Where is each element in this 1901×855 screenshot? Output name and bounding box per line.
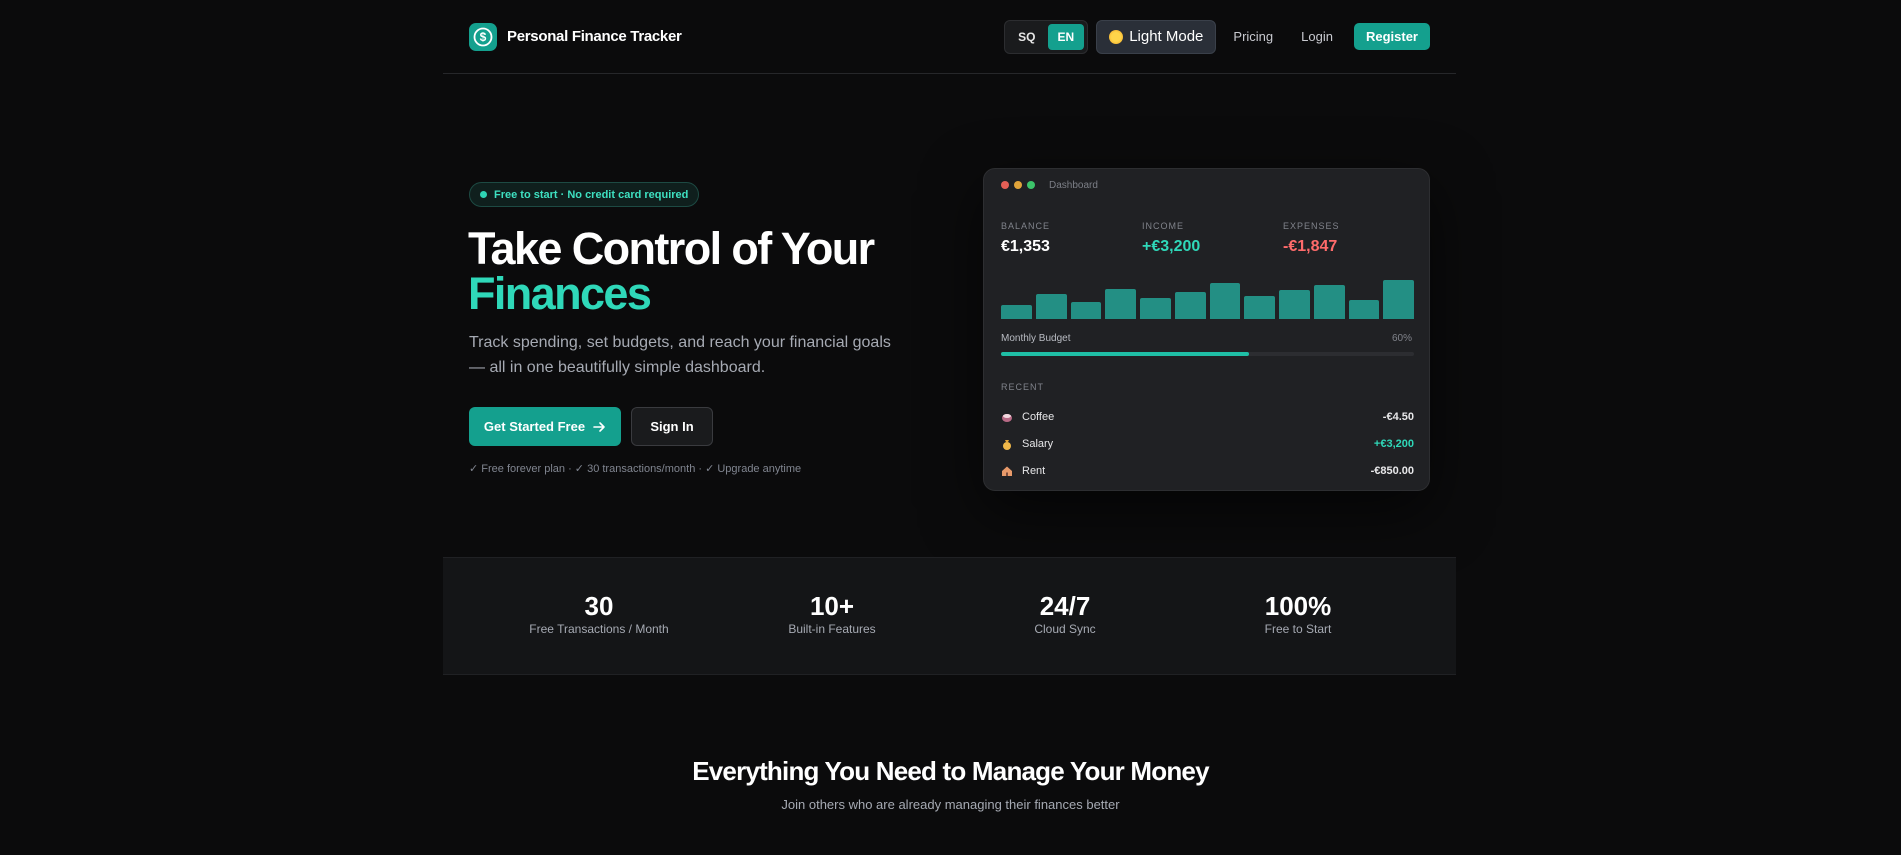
- expenses-stat: EXPENSES -€1,847: [1283, 221, 1340, 256]
- budget-percent: 60%: [1391, 333, 1412, 344]
- income-value: +€3,200: [1142, 238, 1201, 255]
- stat-label: Free Transactions / Month: [529, 622, 669, 636]
- hero-note: ✓ Free forever plan · ✓ 30 transactions/…: [469, 463, 802, 475]
- register-button[interactable]: Register: [1353, 23, 1430, 50]
- lang-en-button[interactable]: EN: [1047, 23, 1085, 50]
- login-link[interactable]: Login: [1290, 29, 1344, 44]
- income-stat: INCOME +€3,200: [1142, 221, 1200, 256]
- spending-bar-chart: [1001, 277, 1414, 319]
- chart-bar: [1383, 280, 1414, 319]
- transaction-row: Salary +€3,200: [1001, 435, 1414, 453]
- stat-item: 24/7 Cloud Sync: [965, 592, 1165, 636]
- dashboard-title: Dashboard: [1049, 180, 1098, 191]
- brand[interactable]: $ Personal Finance Tracker: [469, 22, 682, 51]
- expenses-value: -€1,847: [1283, 238, 1338, 255]
- badge-dot-icon: [480, 191, 487, 198]
- language-switcher: SQ EN: [1004, 19, 1089, 54]
- budget-progress-bar: [1001, 352, 1414, 356]
- features-title: Everything You Need to Manage Your Money: [692, 756, 1209, 786]
- stat-value: 100%: [1264, 591, 1332, 621]
- features-subtitle: Join others who are already managing the…: [781, 797, 1120, 812]
- chart-bar: [1035, 294, 1067, 319]
- dollar-logo-icon: $: [469, 22, 497, 51]
- brand-name: Personal Finance Tracker: [507, 28, 682, 45]
- stat-value: 24/7: [1039, 591, 1091, 621]
- coffee-icon: [1002, 414, 1012, 422]
- svg-text:$: $: [480, 30, 487, 44]
- hero-subtitle: Track spending, set budgets, and reach y…: [469, 334, 891, 376]
- get-started-button[interactable]: Get Started Free: [469, 407, 621, 446]
- light-mode-label: Light Mode: [1129, 28, 1204, 45]
- chart-bar: [1001, 305, 1032, 319]
- chart-bar: [1105, 289, 1136, 319]
- hero-title: Take Control of Your Finances: [468, 223, 875, 319]
- hero-title-line1: Take Control of Your: [468, 223, 875, 274]
- pricing-link[interactable]: Pricing: [1222, 29, 1284, 44]
- income-label: INCOME: [1142, 221, 1184, 231]
- arrow-right-icon: [593, 421, 605, 432]
- expenses-label: EXPENSES: [1283, 221, 1340, 231]
- transaction-row: Coffee -€4.50: [1001, 408, 1414, 426]
- sign-in-button[interactable]: Sign In: [631, 407, 713, 446]
- stat-value: 10+: [809, 591, 855, 621]
- chart-bar: [1174, 292, 1206, 319]
- sun-icon: [1109, 29, 1124, 44]
- budget-label: Monthly Budget: [1001, 333, 1071, 344]
- money-bag-icon: [1003, 440, 1011, 450]
- budget-progress-fill: [1001, 352, 1249, 356]
- light-mode-toggle[interactable]: Light Mode: [1096, 19, 1217, 54]
- stats-band: 30 Free Transactions / Month 10+ Built-i…: [443, 557, 1456, 675]
- stat-item: 30 Free Transactions / Month: [499, 592, 699, 636]
- top-nav: $ Personal Finance Tracker SQ EN Light M…: [443, 0, 1456, 74]
- stat-label: Free to Start: [1264, 622, 1332, 636]
- transaction-name: Salary: [1022, 438, 1054, 450]
- get-started-label: Get Started Free: [483, 419, 586, 434]
- recent-label: RECENT: [1001, 382, 1045, 392]
- chart-bar: [1244, 296, 1275, 319]
- minimize-dot-icon: [1014, 181, 1022, 189]
- stat-item: 10+ Built-in Features: [732, 592, 932, 636]
- stat-label: Built-in Features: [788, 622, 876, 636]
- house-icon: [1002, 466, 1012, 476]
- hero-title-line2: Finances: [468, 268, 652, 319]
- transaction-name: Rent: [1022, 465, 1046, 477]
- dashboard-preview: Dashboard BALANCE €1,353 INCOME +€3,200 …: [983, 168, 1430, 491]
- stat-item: 100% Free to Start: [1198, 592, 1398, 636]
- chart-bar: [1140, 298, 1171, 319]
- chart-bar: [1313, 285, 1345, 319]
- balance-value: €1,353: [1001, 238, 1050, 255]
- chart-bar: [1209, 283, 1241, 319]
- chart-bar: [1279, 290, 1310, 319]
- balance-label: BALANCE: [1001, 221, 1051, 231]
- close-dot-icon: [1001, 181, 1009, 189]
- balance-stat: BALANCE €1,353: [1001, 221, 1050, 256]
- free-badge: Free to start · No credit card required: [469, 182, 700, 207]
- transaction-row: Rent -€850.00: [1001, 462, 1414, 480]
- window-controls: [1001, 181, 1035, 189]
- transaction-amount: +€3,200: [1373, 438, 1414, 450]
- badge-text: Free to start · No credit card required: [494, 188, 689, 201]
- chart-bar: [1070, 302, 1102, 319]
- stat-value: 30: [584, 591, 614, 621]
- chart-bar: [1348, 300, 1380, 319]
- lang-sq-button[interactable]: SQ: [1008, 24, 1045, 50]
- transaction-name: Coffee: [1022, 411, 1055, 423]
- maximize-dot-icon: [1027, 181, 1035, 189]
- transaction-amount: -€4.50: [1382, 411, 1414, 423]
- stat-label: Cloud Sync: [1034, 622, 1096, 636]
- transaction-amount: -€850.00: [1370, 465, 1414, 477]
